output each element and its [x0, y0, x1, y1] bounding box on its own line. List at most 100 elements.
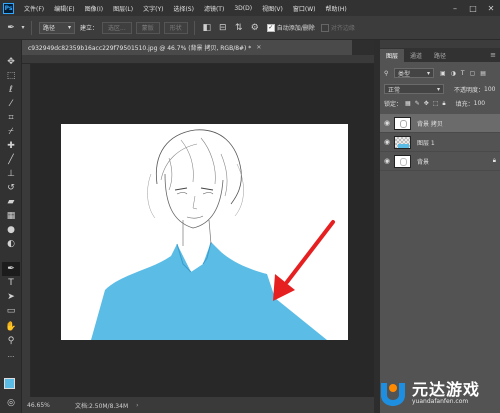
- kind-filter-select[interactable]: 类型 ▾: [394, 68, 434, 78]
- layer-thumbnail: [394, 116, 411, 130]
- divider: [31, 20, 32, 35]
- chevron-down-icon: ▾: [67, 24, 71, 31]
- path-select-icon[interactable]: ➤: [2, 290, 20, 304]
- lock-icon[interactable]: 🔒︎: [493, 157, 496, 165]
- more-tools-icon[interactable]: ···: [2, 350, 20, 364]
- filter-smart-icon[interactable]: ▤: [480, 70, 486, 77]
- vertical-ruler[interactable]: [22, 64, 31, 397]
- lock-position-icon[interactable]: ✥: [424, 100, 429, 107]
- path-alignment-icon[interactable]: ⊟: [215, 20, 231, 36]
- tab-channels[interactable]: 通道: [404, 49, 428, 62]
- layer-name[interactable]: 图层 1: [417, 138, 435, 147]
- chevron-right-icon[interactable]: ›: [136, 402, 138, 409]
- eraser-icon[interactable]: ▰: [2, 195, 20, 209]
- lock-icon[interactable]: 🔒︎: [442, 100, 445, 108]
- menu-window[interactable]: 窗口(W): [288, 4, 321, 13]
- path-operations-icon[interactable]: ◧: [199, 20, 215, 36]
- eye-icon[interactable]: ◉: [380, 138, 394, 146]
- quick-mask-icon[interactable]: ◎: [2, 396, 20, 410]
- hand-icon[interactable]: ✋: [2, 320, 20, 334]
- chevron-down-icon[interactable]: ▾: [19, 20, 27, 36]
- layer-row[interactable]: ◉ 图层 1: [380, 133, 500, 152]
- filter-pixel-icon[interactable]: ▣: [440, 70, 446, 77]
- zoom-level[interactable]: 46.65%: [27, 402, 69, 409]
- auto-add-delete-checkbox[interactable]: ✓: [266, 23, 275, 32]
- canvas-area[interactable]: [31, 64, 374, 397]
- filter-adjustment-icon[interactable]: ◑: [451, 70, 456, 77]
- horizontal-ruler[interactable]: [22, 55, 374, 64]
- blur-icon[interactable]: ●: [2, 223, 20, 237]
- path-mode-select[interactable]: 路径 ▾: [39, 21, 75, 34]
- layer-name[interactable]: 背景: [417, 157, 429, 166]
- menu-type[interactable]: 文字(Y): [138, 4, 168, 13]
- foreground-color-swatch[interactable]: [4, 378, 15, 389]
- shape-button[interactable]: 形状: [163, 21, 188, 34]
- clone-stamp-icon[interactable]: ⊥: [2, 167, 20, 181]
- crop-icon[interactable]: ⌗: [2, 111, 20, 125]
- tools-panel: ✥ ⬚ ℓ ⁄ ⌗ ⌿ ✚ ╱ ⊥ ↺ ▰ ▦ ● ◐ ✒ T ➤ ▭ ✋ ⚲ …: [0, 40, 22, 413]
- filter-shape-icon[interactable]: ▢: [470, 70, 476, 77]
- menu-view[interactable]: 视图(V): [257, 4, 288, 13]
- filter-row: ⚲ 类型 ▾ ▣ ◑ T ▢ ▤: [380, 68, 500, 78]
- selection-button[interactable]: 选区...: [102, 21, 132, 34]
- layer-name[interactable]: 背景 拷贝: [417, 119, 443, 128]
- menu-edit[interactable]: 编辑(E): [49, 4, 79, 13]
- zoom-icon[interactable]: ⚲: [2, 334, 20, 348]
- magic-wand-icon[interactable]: ⁄: [2, 97, 20, 111]
- close-icon[interactable]: ✕: [256, 44, 261, 51]
- maximize-icon[interactable]: □: [464, 0, 482, 16]
- panel-menu-icon[interactable]: ≡: [490, 51, 496, 59]
- pen-icon[interactable]: ✒: [2, 262, 20, 276]
- type-icon[interactable]: T: [2, 276, 20, 290]
- lock-artboard-icon[interactable]: ⬚: [433, 100, 439, 107]
- app-logo[interactable]: Ps: [3, 2, 14, 14]
- pen-tool-icon[interactable]: ✒: [3, 20, 19, 36]
- lasso-icon[interactable]: ℓ: [2, 83, 20, 97]
- history-brush-icon[interactable]: ↺: [2, 181, 20, 195]
- document-canvas[interactable]: [61, 124, 348, 340]
- document-info: 文档:2.50M/8.34M: [75, 402, 129, 410]
- menu-bar: Ps 文件(F) 编辑(E) 图像(I) 图层(L) 文字(Y) 选择(S) 滤…: [0, 0, 500, 16]
- opacity-value[interactable]: 100: [484, 86, 495, 93]
- layer-row[interactable]: ◉ 背景 拷贝: [380, 114, 500, 133]
- menu-select[interactable]: 选择(S): [168, 4, 199, 13]
- align-edges-checkbox[interactable]: [320, 23, 329, 32]
- marquee-icon[interactable]: ⬚: [2, 69, 20, 83]
- tab-paths[interactable]: 路径: [428, 49, 452, 62]
- chevron-down-icon: ▾: [436, 85, 440, 93]
- brush-icon[interactable]: ╱: [2, 153, 20, 167]
- move-icon[interactable]: ✥: [2, 55, 20, 69]
- minimize-icon[interactable]: –: [446, 0, 464, 16]
- align-edges-label: 对齐边缘: [330, 25, 355, 32]
- path-arrangement-icon[interactable]: ⇅: [231, 20, 247, 36]
- tab-layers[interactable]: 图层: [380, 49, 405, 62]
- watermark-url: yuandafanfen.com: [412, 397, 469, 405]
- gradient-icon[interactable]: ▦: [2, 209, 20, 223]
- menu-image[interactable]: 图像(I): [80, 4, 108, 13]
- mask-button[interactable]: 蒙版: [135, 21, 160, 34]
- eyedropper-icon[interactable]: ⌿: [2, 125, 20, 139]
- document-tab[interactable]: c932949dc82359b16acc229f79501510.jpg @ 4…: [22, 40, 352, 55]
- site-watermark: 元达游戏 yuandafanfen.com: [376, 372, 500, 413]
- rectangle-icon[interactable]: ▭: [2, 304, 20, 318]
- menu-3d[interactable]: 3D(D): [229, 5, 257, 12]
- menu-help[interactable]: 帮助(H): [321, 4, 352, 13]
- menu-layer[interactable]: 图层(L): [108, 4, 138, 13]
- gear-icon[interactable]: ⚙: [247, 20, 263, 36]
- layers-panel-tabs: 图层 通道 路径 ≡: [380, 48, 500, 62]
- filter-type-icon[interactable]: T: [461, 70, 465, 77]
- layer-thumbnail: [394, 135, 411, 149]
- healing-brush-icon[interactable]: ✚: [2, 139, 20, 153]
- layer-row[interactable]: ◉ 背景 🔒︎: [380, 152, 500, 171]
- eye-icon[interactable]: ◉: [380, 119, 394, 127]
- menu-filter[interactable]: 滤镜(T): [199, 4, 229, 13]
- eye-icon[interactable]: ◉: [380, 157, 394, 165]
- lock-transparent-icon[interactable]: ▦: [405, 100, 411, 107]
- lock-image-icon[interactable]: ✎: [415, 100, 420, 107]
- close-icon[interactable]: ✕: [482, 0, 500, 16]
- blend-mode-select[interactable]: 正常 ▾: [384, 84, 444, 94]
- menu-file[interactable]: 文件(F): [19, 4, 49, 13]
- fill-value[interactable]: 100: [474, 100, 485, 107]
- dodge-icon[interactable]: ◐: [2, 237, 20, 251]
- lock-row: 锁定： ▦ ✎ ✥ ⬚ 🔒︎ 填充： 100: [380, 99, 500, 109]
